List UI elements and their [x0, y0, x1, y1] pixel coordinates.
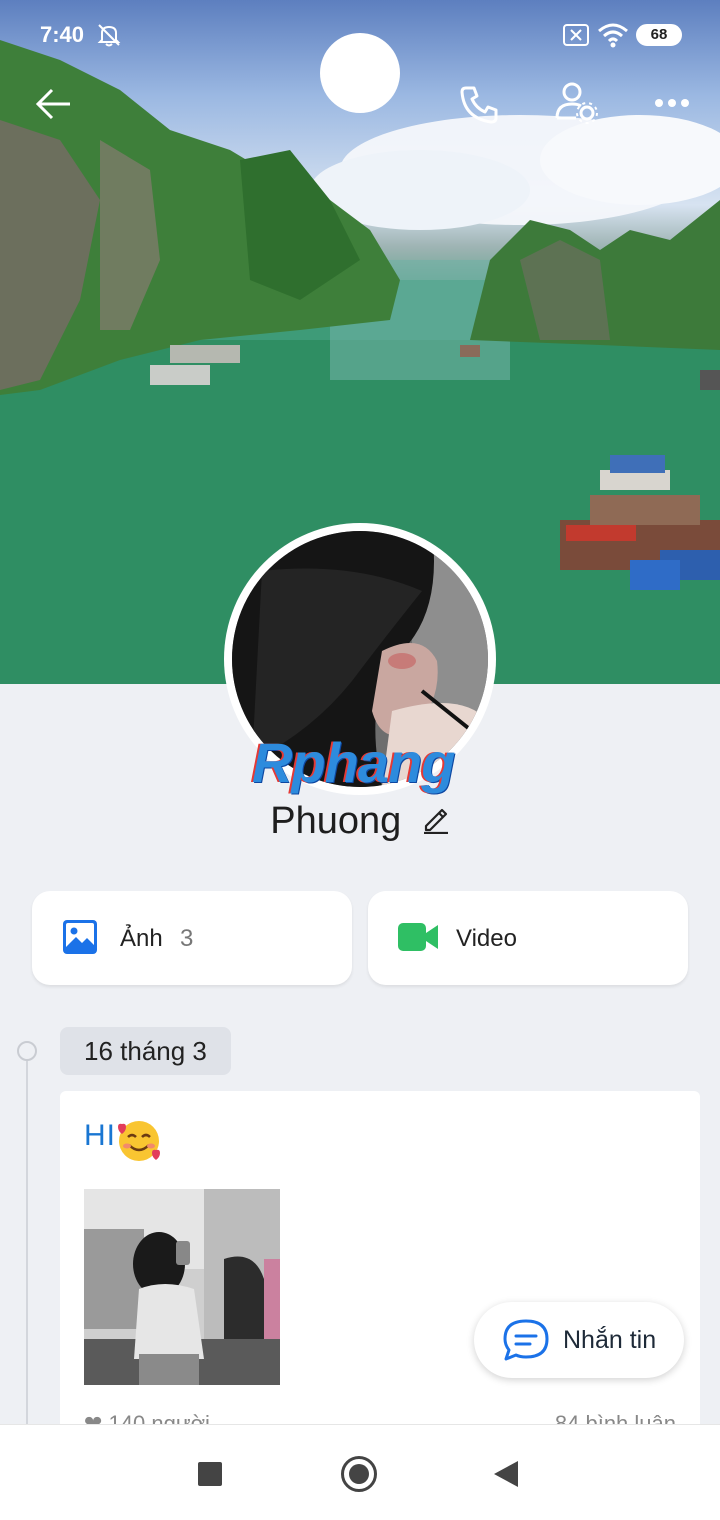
- timeline-line: [26, 1060, 28, 1460]
- video-label: Video: [456, 925, 517, 952]
- timeline-dot: [17, 1041, 37, 1061]
- back-arrow-icon[interactable]: [34, 84, 74, 129]
- message-button-label: Nhắn tin: [563, 1326, 657, 1354]
- sim-off-icon: [563, 24, 589, 51]
- phone-icon[interactable]: [458, 82, 502, 131]
- smiling-hearts-emoji-icon: [114, 1117, 164, 1163]
- wifi-icon: [597, 22, 629, 53]
- message-button[interactable]: Nhắn tin: [474, 1302, 684, 1378]
- photos-label: Ảnh: [120, 925, 163, 952]
- profile-name: Phuong: [270, 800, 402, 842]
- edit-name-icon[interactable]: [422, 804, 450, 839]
- status-time: 7:40: [40, 22, 85, 47]
- profile-header-bar: [0, 33, 720, 150]
- post-photo[interactable]: [84, 1189, 280, 1385]
- more-icon[interactable]: [654, 96, 690, 114]
- user-settings-icon[interactable]: [554, 80, 600, 131]
- video-button[interactable]: Video: [368, 891, 688, 985]
- home-icon[interactable]: [341, 1456, 377, 1492]
- video-camera-icon: [398, 919, 440, 960]
- photos-button[interactable]: Ảnh 3: [32, 891, 352, 985]
- image-icon: [62, 919, 98, 960]
- profile-name-row: Phuong: [0, 800, 720, 843]
- header-circle: [320, 33, 400, 113]
- post-caption: HI: [84, 1119, 116, 1152]
- photos-count: 3: [180, 925, 194, 952]
- chat-bubble-icon: [502, 1318, 550, 1367]
- system-navigation-bar: [0, 1424, 720, 1520]
- battery-icon: 68: [636, 24, 682, 46]
- system-back-icon[interactable]: [494, 1461, 518, 1487]
- timeline-date: 16 tháng 3: [60, 1027, 231, 1075]
- watermark-logo: Rphang: [252, 730, 455, 795]
- recent-apps-icon[interactable]: [198, 1462, 222, 1486]
- watermark-text: Rphang: [252, 731, 455, 794]
- bell-off-icon: [96, 22, 122, 53]
